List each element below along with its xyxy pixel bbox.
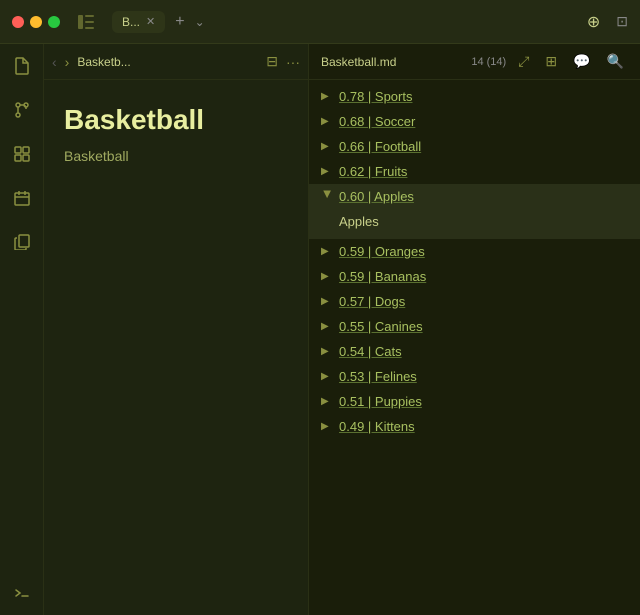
result-item: ▶ 0.54 | Cats [309,339,640,364]
result-content-text: Apples [339,214,379,229]
chevron-icon: ▶ [321,141,333,152]
result-link[interactable]: 0.60 | Apples [339,189,414,204]
tab-label: B... [122,15,140,29]
results-filename: Basketball.md [321,55,463,69]
book-icon[interactable]: ⊟ [266,53,278,70]
search-icon[interactable]: 🔍 [603,51,628,72]
result-link[interactable]: 0.59 | Bananas [339,269,426,284]
result-item: ▶ 0.59 | Bananas [309,264,640,289]
left-sidebar [0,44,44,615]
result-link[interactable]: 0.57 | Dogs [339,294,405,309]
active-tab[interactable]: B... ✕ [112,11,165,33]
copy-icon[interactable] [8,228,36,256]
main-content: ‹ › Basketb... ⊟ ··· Basketball Basketba… [0,44,640,615]
fullscreen-button[interactable] [48,16,60,28]
result-link[interactable]: 0.59 | Oranges [339,244,425,259]
result-item: ▶ 0.59 | Oranges [309,239,640,264]
results-count: 14 (14) [471,56,506,68]
chevron-icon: ▶ [321,296,333,307]
result-link[interactable]: 0.55 | Canines [339,319,423,334]
result-row[interactable]: ▶ 0.66 | Football [309,134,640,159]
chevron-icon: ▶ [321,371,333,382]
chevron-icon: ▶ [322,191,333,203]
editor-panel: ‹ › Basketb... ⊟ ··· Basketball Basketba… [44,44,309,615]
move-icon[interactable]: ⤢ [514,51,533,72]
chevron-icon: ▶ [321,246,333,257]
chevron-icon: ▶ [321,271,333,282]
result-row[interactable]: ▶ 0.51 | Puppies [309,389,640,414]
chevron-icon: ▶ [321,166,333,177]
tab-chevron-icon[interactable]: ⌄ [195,15,205,29]
result-row[interactable]: ▶ 0.54 | Cats [309,339,640,364]
result-link[interactable]: 0.66 | Football [339,139,421,154]
close-button[interactable] [12,16,24,28]
cursor-icon: ⊕ [587,12,600,32]
layout-icon[interactable]: ⊡ [616,13,628,30]
titlebar: B... ✕ + ⌄ ⊕ ⊡ [0,0,640,44]
chevron-icon: ▶ [321,421,333,432]
result-item: ▶ 0.55 | Canines [309,314,640,339]
sidebar-toggle-icon[interactable] [76,12,96,32]
split-icon[interactable]: ⊞ [541,51,561,72]
result-row[interactable]: ▶ 0.57 | Dogs [309,289,640,314]
git-icon[interactable] [8,96,36,124]
result-item: ▶ 0.51 | Puppies [309,389,640,414]
editor-nav: ‹ › Basketb... ⊟ ··· [44,44,308,80]
chevron-icon: ▶ [321,116,333,127]
more-icon[interactable]: ··· [286,54,300,70]
results-list: ▶ 0.78 | Sports ▶ 0.68 | Soccer ▶ 0.66 | Foot… [309,80,640,615]
comment-icon[interactable]: 💬 [569,51,594,72]
result-link[interactable]: 0.78 | Sports [339,89,412,104]
result-row[interactable]: ▶ 0.49 | Kittens [309,414,640,439]
result-row[interactable]: ▶ 0.55 | Canines [309,314,640,339]
result-item: ▶ 0.49 | Kittens [309,414,640,439]
result-link[interactable]: 0.49 | Kittens [339,419,415,434]
chevron-icon: ▶ [321,321,333,332]
results-panel: Basketball.md 14 (14) ⤢ ⊞ 💬 🔍 ▶ 0.78 | Sp… [309,44,640,615]
result-row[interactable]: ▶ 0.53 | Felines [309,364,640,389]
breadcrumb: Basketb... [77,55,258,69]
new-tab-button[interactable]: + [169,11,190,33]
result-row[interactable]: ▶ 0.59 | Oranges [309,239,640,264]
chevron-icon: ▶ [321,396,333,407]
result-link[interactable]: 0.62 | Fruits [339,164,407,179]
editor-content: Basketball Basketball [44,80,308,188]
result-row[interactable]: ▶ 0.68 | Soccer [309,109,640,134]
calendar-icon[interactable] [8,184,36,212]
result-expanded-content: Apples [309,209,640,239]
result-item: ▶ 0.78 | Sports [309,84,640,109]
minimize-button[interactable] [30,16,42,28]
result-link[interactable]: 0.53 | Felines [339,369,417,384]
result-row[interactable]: ▶ 0.60 | Apples [309,184,640,209]
result-item: ▶ 0.53 | Felines [309,364,640,389]
result-row[interactable]: ▶ 0.62 | Fruits [309,159,640,184]
doc-subtitle: Basketball [64,148,288,164]
result-link[interactable]: 0.68 | Soccer [339,114,415,129]
terminal-icon[interactable] [8,579,36,607]
traffic-lights [12,16,60,28]
results-header: Basketball.md 14 (14) ⤢ ⊞ 💬 🔍 [309,44,640,80]
doc-title: Basketball [64,104,288,136]
result-item: ▶ 0.68 | Soccer [309,109,640,134]
result-item: ▶ 0.62 | Fruits [309,159,640,184]
chevron-icon: ▶ [321,346,333,357]
result-row[interactable]: ▶ 0.78 | Sports [309,84,640,109]
chevron-icon: ▶ [321,91,333,102]
result-row[interactable]: ▶ 0.59 | Bananas [309,264,640,289]
tab-close-icon[interactable]: ✕ [146,15,155,28]
result-item: ▶ 0.66 | Football [309,134,640,159]
back-arrow[interactable]: ‹ [52,54,57,70]
result-item: ▶ 0.60 | Apples Apples [309,184,640,239]
tab-area: B... ✕ + ⌄ [112,11,579,33]
result-link[interactable]: 0.51 | Puppies [339,394,422,409]
result-item: ▶ 0.57 | Dogs [309,289,640,314]
result-link[interactable]: 0.54 | Cats [339,344,402,359]
grid-icon[interactable] [8,140,36,168]
forward-arrow[interactable]: › [65,54,70,70]
file-icon[interactable] [8,52,36,80]
